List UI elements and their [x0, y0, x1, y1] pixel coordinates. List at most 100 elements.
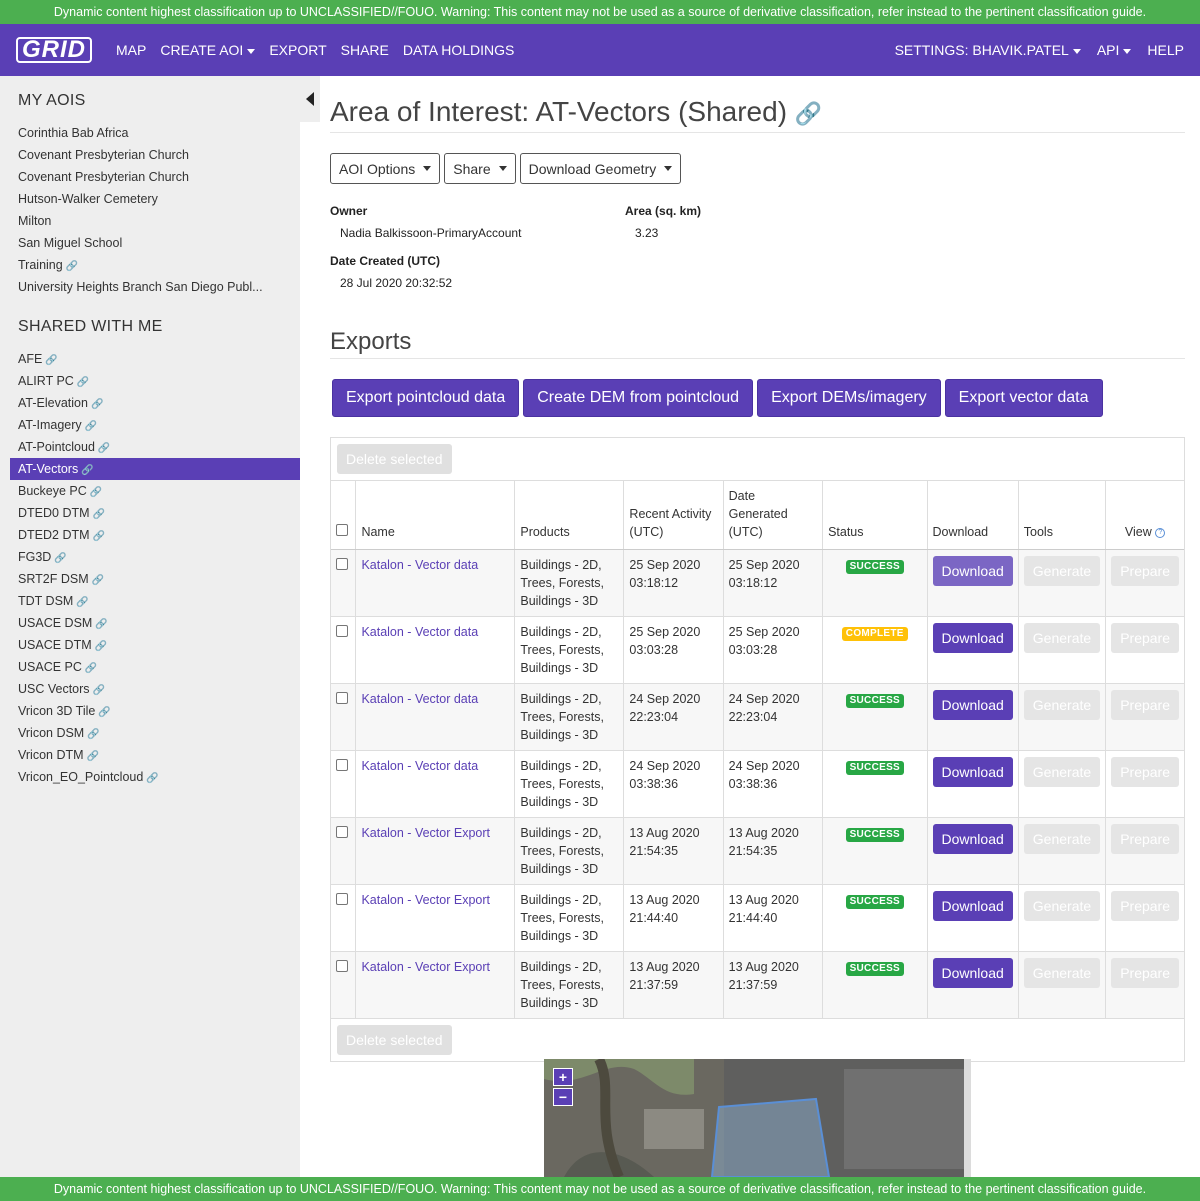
aoi-options-button[interactable]: AOI Options — [330, 153, 441, 184]
generate-button[interactable]: Generate — [1023, 690, 1101, 720]
prepare-button[interactable]: Prepare — [1111, 690, 1179, 720]
nav-api[interactable]: API — [1097, 42, 1132, 58]
shared-aoi-item[interactable]: AT-Vectors 🔗 — [10, 458, 300, 480]
nav-share[interactable]: SHARE — [341, 42, 389, 58]
prepare-button[interactable]: Prepare — [1111, 958, 1179, 988]
generated-time: 21:54:35 — [728, 844, 778, 858]
shared-aoi-item[interactable]: FG3D 🔗 — [0, 546, 300, 568]
row-checkbox[interactable] — [336, 625, 348, 637]
shared-aoi-item[interactable]: AT-Imagery 🔗 — [0, 414, 300, 436]
generate-button[interactable]: Generate — [1023, 891, 1101, 921]
sidebar-collapse-button[interactable] — [300, 76, 320, 122]
export-dems-imagery-button[interactable]: Export DEMs/imagery — [757, 379, 941, 417]
col-name[interactable]: Name — [355, 481, 516, 550]
my-aoi-item[interactable]: Hutson-Walker Cemetery — [0, 188, 300, 210]
link-icon: 🔗 — [45, 355, 58, 366]
shared-aoi-item[interactable]: AT-Pointcloud 🔗 — [0, 436, 300, 458]
download-button[interactable]: Download — [932, 623, 1013, 653]
prepare-button[interactable]: Prepare — [1111, 556, 1179, 586]
download-button[interactable]: Download — [932, 958, 1013, 988]
download-geometry-button[interactable]: Download Geometry — [519, 153, 682, 184]
grid-logo[interactable]: GRID — [16, 36, 92, 64]
row-checkbox[interactable] — [336, 960, 348, 972]
shared-aoi-item[interactable]: USACE DTM 🔗 — [0, 634, 300, 656]
generate-button[interactable]: Generate — [1023, 958, 1101, 988]
shared-aoi-item[interactable]: DTED0 DTM 🔗 — [0, 502, 300, 524]
zoom-in-button[interactable]: + — [553, 1068, 573, 1086]
my-aois-list: Corinthia Bab Africa Covenant Presbyteria… — [0, 122, 300, 298]
shared-aoi-item[interactable]: DTED2 DTM 🔗 — [0, 524, 300, 546]
my-aoi-item[interactable]: Covenant Presbyterian Church — [0, 166, 300, 188]
download-button[interactable]: Download — [932, 757, 1013, 787]
zoom-out-button[interactable]: − — [553, 1088, 573, 1106]
my-aoi-item[interactable]: Covenant Presbyterian Church — [0, 144, 300, 166]
prepare-button[interactable]: Prepare — [1111, 824, 1179, 854]
shared-aoi-item[interactable]: Vricon 3D Tile 🔗 — [0, 700, 300, 722]
create-dem-button[interactable]: Create DEM from pointcloud — [523, 379, 754, 417]
help-icon[interactable]: ? — [1155, 527, 1166, 538]
export-name-link[interactable]: Katalon - Vector Export — [361, 826, 490, 840]
shared-aoi-item[interactable]: Buckeye PC 🔗 — [0, 480, 300, 502]
my-aoi-item[interactable]: Training 🔗 — [0, 254, 300, 276]
aoi-map[interactable]: + − — [544, 1059, 971, 1177]
select-all-checkbox[interactable] — [336, 524, 348, 536]
export-name-link[interactable]: Katalon - Vector data — [361, 625, 478, 639]
shared-aoi-item[interactable]: AFE 🔗 — [0, 348, 300, 370]
nav-help[interactable]: HELP — [1147, 42, 1184, 58]
row-checkbox[interactable] — [336, 692, 348, 704]
row-checkbox[interactable] — [336, 759, 348, 771]
download-button[interactable]: Download — [932, 556, 1013, 586]
col-products[interactable]: Products — [514, 481, 625, 550]
export-name-link[interactable]: Katalon - Vector data — [361, 558, 478, 572]
export-name-link[interactable]: Katalon - Vector Export — [361, 893, 490, 907]
export-pointcloud-button[interactable]: Export pointcloud data — [332, 379, 520, 417]
shared-aoi-item[interactable]: ALIRT PC 🔗 — [0, 370, 300, 392]
generate-button[interactable]: Generate — [1023, 556, 1101, 586]
col-recent-activity[interactable]: Recent Activity (UTC) — [623, 481, 724, 550]
delete-selected-button[interactable]: Delete selected — [337, 444, 452, 474]
row-checkbox[interactable] — [336, 558, 348, 570]
col-status[interactable]: Status — [822, 481, 928, 550]
shared-aoi-item[interactable]: AT-Elevation 🔗 — [0, 392, 300, 414]
export-name-link[interactable]: Katalon - Vector data — [361, 759, 478, 773]
export-name-link[interactable]: Katalon - Vector data — [361, 692, 478, 706]
shared-aoi-item[interactable]: Vricon_EO_Pointcloud 🔗 — [0, 766, 300, 788]
shared-aoi-item[interactable]: Vricon DTM 🔗 — [0, 744, 300, 766]
row-checkbox[interactable] — [336, 893, 348, 905]
shared-aoi-item[interactable]: USC Vectors 🔗 — [0, 678, 300, 700]
nav-settings[interactable]: SETTINGS: BHAVIK.PATEL — [895, 42, 1081, 58]
shared-aoi-item[interactable]: Vricon DSM 🔗 — [0, 722, 300, 744]
shared-aoi-item[interactable]: USACE DSM 🔗 — [0, 612, 300, 634]
shared-aoi-item[interactable]: TDT DSM 🔗 — [0, 590, 300, 612]
delete-selected-button-bottom[interactable]: Delete selected — [337, 1025, 452, 1055]
nav-export[interactable]: EXPORT — [269, 42, 326, 58]
shared-aoi-item[interactable]: SRT2F DSM 🔗 — [0, 568, 300, 590]
download-button[interactable]: Download — [932, 690, 1013, 720]
generated-time: 03:38:36 — [728, 777, 778, 791]
recent-date: 24 Sep 2020 — [629, 692, 701, 706]
my-aoi-item[interactable]: San Miguel School — [0, 232, 300, 254]
generate-button[interactable]: Generate — [1023, 757, 1101, 787]
share-button[interactable]: Share — [444, 153, 516, 184]
shared-aoi-label: TDT DSM — [18, 594, 74, 608]
export-name-link[interactable]: Katalon - Vector Export — [361, 960, 490, 974]
nav-create-aoi[interactable]: CREATE AOI — [160, 42, 256, 58]
prepare-button[interactable]: Prepare — [1111, 623, 1179, 653]
shared-aoi-item[interactable]: USACE PC 🔗 — [0, 656, 300, 678]
status-badge: SUCCESS — [845, 895, 905, 909]
download-button[interactable]: Download — [932, 824, 1013, 854]
prepare-button[interactable]: Prepare — [1111, 757, 1179, 787]
nav-data-holdings[interactable]: DATA HOLDINGS — [403, 42, 515, 58]
nav-map[interactable]: MAP — [116, 42, 146, 58]
shared-aoi-label: DTED0 DTM — [18, 506, 90, 520]
generate-button[interactable]: Generate — [1023, 824, 1101, 854]
export-vector-button[interactable]: Export vector data — [944, 379, 1103, 417]
col-date-generated[interactable]: Date Generated (UTC) — [723, 481, 824, 550]
generate-button[interactable]: Generate — [1023, 623, 1101, 653]
my-aoi-item[interactable]: University Heights Branch San Diego Publ… — [0, 276, 300, 298]
download-button[interactable]: Download — [932, 891, 1013, 921]
prepare-button[interactable]: Prepare — [1111, 891, 1179, 921]
row-checkbox[interactable] — [336, 826, 348, 838]
my-aoi-item[interactable]: Corinthia Bab Africa — [0, 122, 300, 144]
my-aoi-item[interactable]: Milton — [0, 210, 300, 232]
